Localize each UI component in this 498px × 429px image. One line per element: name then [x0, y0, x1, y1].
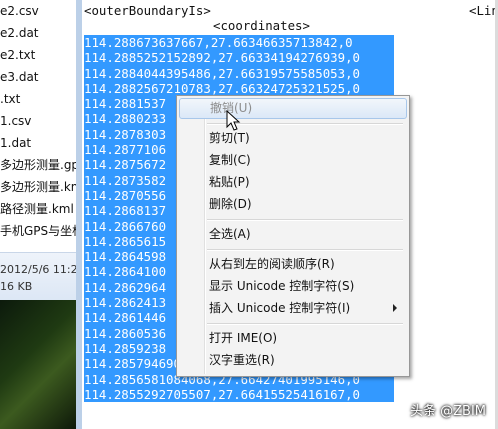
- explorer-pane: e2.csv e2.dat e2.txt e3.dat .txt 1.csv 1…: [0, 0, 80, 429]
- menu-item-insert-unicode[interactable]: 插入 Unicode 控制字符(I): [179, 298, 405, 319]
- menu-item-label: 从右到左的阅读顺序(R): [209, 257, 335, 271]
- menu-item-label: 打开 IME(O): [209, 331, 278, 345]
- context-menu: 撤销(U) 剪切(T) 复制(C) 粘贴(P) 删除(D) 全选(A) 从右到左…: [176, 95, 410, 377]
- watermark: 头条 @ZBIM: [410, 404, 487, 419]
- menu-separator: [207, 219, 403, 221]
- mouse-cursor-icon: [226, 110, 241, 131]
- menu-item-delete[interactable]: 删除(D): [179, 194, 405, 215]
- menu-item-select-all[interactable]: 全选(A): [179, 224, 405, 245]
- file-item[interactable]: 多边形测量.gpx: [0, 154, 80, 176]
- file-item[interactable]: 1.dat: [0, 132, 80, 154]
- coordinate-line: 114.2884044395486,27.66319575585053,0: [84, 65, 394, 81]
- menu-item-label: 插入 Unicode 控制字符(I): [209, 301, 351, 315]
- file-item[interactable]: 1.csv: [0, 110, 80, 132]
- file-list: e2.csv e2.dat e2.txt e3.dat .txt 1.csv 1…: [0, 0, 80, 242]
- xml-line: <outerBoundaryIs>: [84, 3, 211, 18]
- menu-item-label: 粘贴(P): [209, 175, 250, 189]
- menu-item-label: 复制(C): [209, 153, 251, 167]
- details-pane: 2012/5/6 11:23 16 KB: [0, 252, 80, 301]
- menu-item-copy[interactable]: 复制(C): [179, 150, 405, 171]
- menu-item-cut[interactable]: 剪切(T): [179, 128, 405, 149]
- coordinate-line: 114.2882567210783,27.66324725321525,0: [84, 80, 394, 97]
- xml-line: <coordinates>: [213, 18, 310, 33]
- coordinate-line: 114.288673637667,27.66346635713842,0: [84, 35, 394, 51]
- coordinate-line: 114.2885252152892,27.66334194276939,0: [84, 50, 394, 66]
- menu-item-paste[interactable]: 粘贴(P): [179, 172, 405, 193]
- file-item[interactable]: 手机GPS与坐标: [0, 220, 80, 242]
- file-item[interactable]: e3.dat: [0, 66, 80, 88]
- menu-item-rtl-reading[interactable]: 从右到左的阅读顺序(R): [179, 254, 405, 275]
- menu-item-label: 全选(A): [209, 227, 251, 241]
- coordinate-line: 114.2855292705507,27.66415525416167,0: [84, 386, 394, 403]
- desktop-wallpaper: [0, 300, 80, 429]
- menu-separator: [207, 249, 403, 251]
- file-date: 2012/5/6 11:23: [0, 263, 80, 276]
- file-item[interactable]: e2.txt: [0, 44, 80, 66]
- menu-item-label: 汉字重选(R): [209, 353, 275, 367]
- file-item[interactable]: 路径测量.kml: [0, 198, 80, 220]
- menu-item-open-ime[interactable]: 打开 IME(O): [179, 328, 405, 349]
- file-item[interactable]: 多边形测量.kml: [0, 176, 80, 198]
- menu-item-show-unicode[interactable]: 显示 Unicode 控制字符(S): [179, 276, 405, 297]
- menu-item-label: 删除(D): [209, 197, 252, 211]
- submenu-arrow-icon: [393, 304, 397, 312]
- menu-separator: [207, 323, 403, 325]
- menu-item-reconversion[interactable]: 汉字重选(R): [179, 350, 405, 371]
- menu-item-undo[interactable]: 撤销(U): [179, 98, 407, 119]
- menu-item-label: 显示 Unicode 控制字符(S): [209, 279, 355, 293]
- file-item[interactable]: e2.dat: [0, 22, 80, 44]
- file-item[interactable]: e2.csv: [0, 0, 80, 22]
- file-size: 16 KB: [0, 280, 33, 293]
- xml-line: <Lin: [469, 3, 498, 18]
- file-item[interactable]: .txt: [0, 88, 80, 110]
